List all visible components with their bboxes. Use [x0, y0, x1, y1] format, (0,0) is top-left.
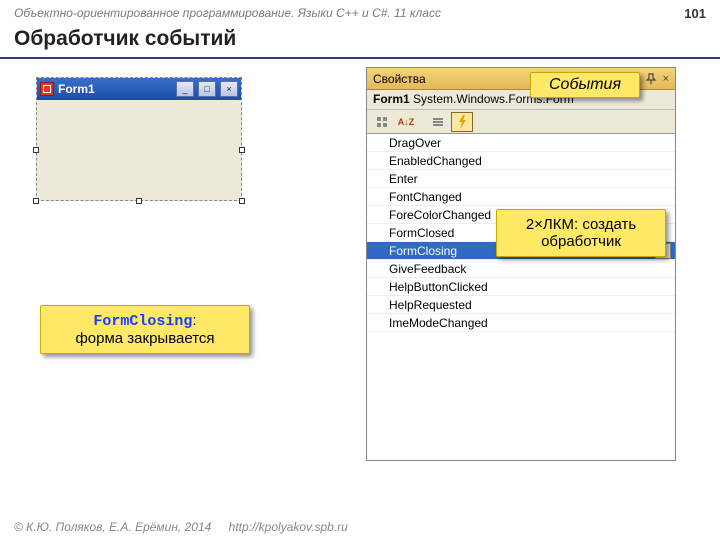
form-titlebar: Form1 _ □ ×: [37, 78, 241, 100]
event-row[interactable]: Enter: [367, 170, 675, 188]
event-row[interactable]: ImeModeChanged: [367, 314, 675, 332]
slide-content: Form1 _ □ × Свойства × Form1 System.Wind…: [0, 59, 720, 489]
event-row[interactable]: FontChanged: [367, 188, 675, 206]
panel-close-icon[interactable]: ×: [663, 73, 669, 85]
slide-title: Обработчик событий: [0, 23, 720, 59]
properties-panel: Свойства × Form1 System.Windows.Forms.Fo…: [366, 67, 676, 461]
alphabetical-button[interactable]: A↓Z: [395, 112, 417, 132]
copyright: © К.Ю. Поляков, Е.А. Ерёмин, 2014: [14, 520, 211, 534]
resize-handle[interactable]: [33, 147, 39, 153]
callout-events: События: [530, 72, 640, 98]
properties-panel-title: Свойства: [373, 72, 426, 86]
callout-formclosing: FormClosing: форма закрывается: [40, 305, 250, 354]
events-list: DragOver EnabledChanged Enter FontChange…: [367, 134, 675, 460]
properties-button[interactable]: [427, 112, 449, 132]
form-title: Form1: [58, 82, 172, 96]
event-row[interactable]: EnabledChanged: [367, 152, 675, 170]
slide-footer: © К.Ю. Поляков, Е.А. Ерёмин, 2014 http:/…: [0, 514, 720, 540]
maximize-button[interactable]: □: [198, 81, 216, 97]
resize-handle[interactable]: [136, 198, 142, 204]
minimize-button[interactable]: _: [176, 81, 194, 97]
properties-object-name: Form1: [373, 92, 410, 106]
resize-handle[interactable]: [239, 147, 245, 153]
event-row[interactable]: HelpButtonClicked: [367, 278, 675, 296]
close-button[interactable]: ×: [220, 81, 238, 97]
resize-handle[interactable]: [33, 198, 39, 204]
resize-handle[interactable]: [239, 198, 245, 204]
properties-toolbar: A↓Z: [367, 110, 675, 134]
page-number: 101: [684, 6, 706, 21]
course-name: Объектно-ориентированное программировани…: [14, 6, 441, 21]
slide-header: Объектно-ориентированное программировани…: [0, 0, 720, 23]
form-icon: [40, 82, 54, 96]
events-button[interactable]: [451, 112, 473, 132]
pin-icon[interactable]: [645, 73, 657, 85]
form-body: [37, 100, 241, 200]
event-row[interactable]: HelpRequested: [367, 296, 675, 314]
event-row[interactable]: DragOver: [367, 134, 675, 152]
form-window: Form1 _ □ ×: [36, 77, 242, 201]
callout-double-click: 2×ЛКМ: создать обработчик: [496, 209, 666, 257]
categorize-button[interactable]: [371, 112, 393, 132]
event-row[interactable]: GiveFeedback: [367, 260, 675, 278]
footer-url: http://kpolyakov.spb.ru: [229, 520, 348, 534]
